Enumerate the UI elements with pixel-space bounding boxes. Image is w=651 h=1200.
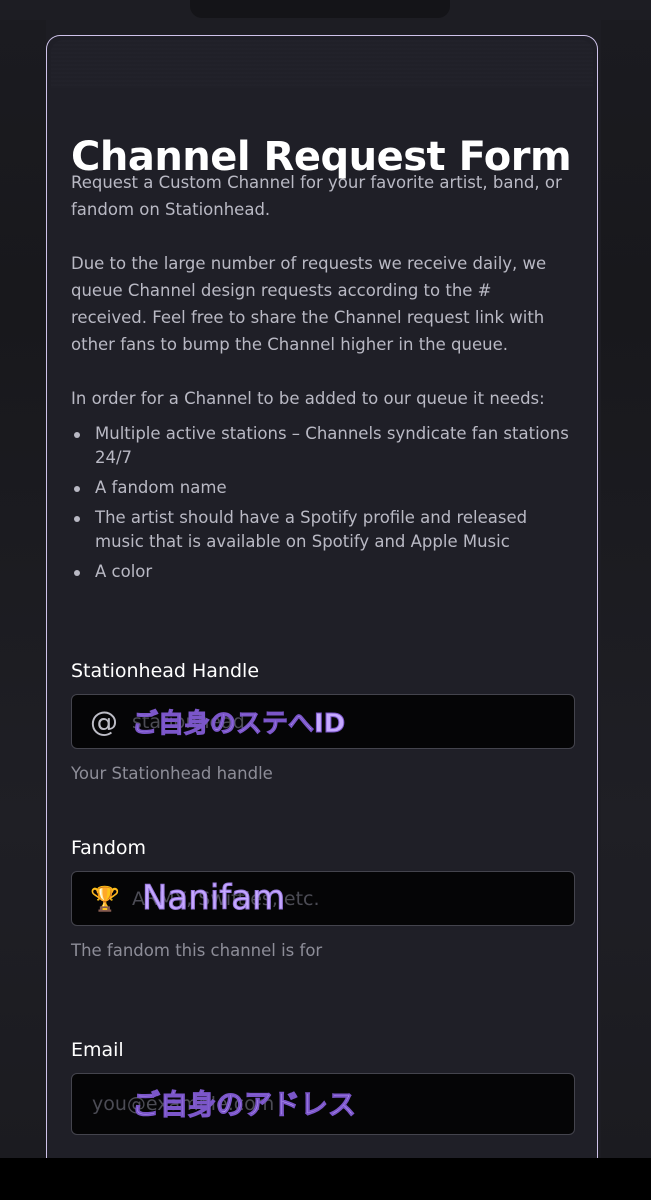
handle-label: Stationhead Handle: [71, 660, 260, 682]
list-item: A fandom name: [71, 476, 571, 500]
email-input[interactable]: you@example.com ご自身のアドレス: [71, 1073, 575, 1135]
queue-note-text: Due to the large number of requests we r…: [71, 254, 547, 354]
email-label: Email: [71, 1039, 124, 1061]
handle-helper-text: Your Stationhead handle: [71, 764, 273, 783]
list-item: A color: [71, 560, 571, 584]
fandom-helper-text: The fandom this channel is for: [71, 941, 323, 960]
requirements-heading: In order for a Channel to be added to ou…: [71, 389, 545, 408]
at-sign-icon: @: [90, 704, 118, 738]
request-form-card: Channel Request Form Request a Custom Ch…: [46, 35, 598, 1185]
fandom-input[interactable]: 🏆 ARMY, Swifties, etc. Nanifam: [71, 871, 575, 926]
handle-annotation: ご自身のステへID: [131, 708, 346, 739]
list-item: Multiple active stations – Channels synd…: [71, 422, 571, 470]
card-header-band: [51, 40, 593, 88]
app-screen: Channel Request Form Request a Custom Ch…: [0, 0, 651, 1200]
fandom-label: Fandom: [71, 837, 147, 859]
trophy-icon: 🏆: [90, 884, 120, 913]
status-bar-notch: [190, 0, 450, 18]
intro-text: Request a Custom Channel for your favori…: [71, 173, 562, 219]
handle-input[interactable]: @ stationhead ご自身のステへID: [71, 694, 575, 749]
list-item: The artist should have a Spotify profile…: [71, 506, 571, 554]
background-left: [0, 20, 46, 1160]
email-annotation: ご自身のアドレス: [131, 1088, 357, 1122]
fandom-annotation: Nanifam: [141, 877, 286, 918]
requirements-list: Multiple active stations – Channels synd…: [71, 422, 571, 590]
bottom-bar: [0, 1158, 651, 1200]
background-right: [601, 20, 651, 1160]
